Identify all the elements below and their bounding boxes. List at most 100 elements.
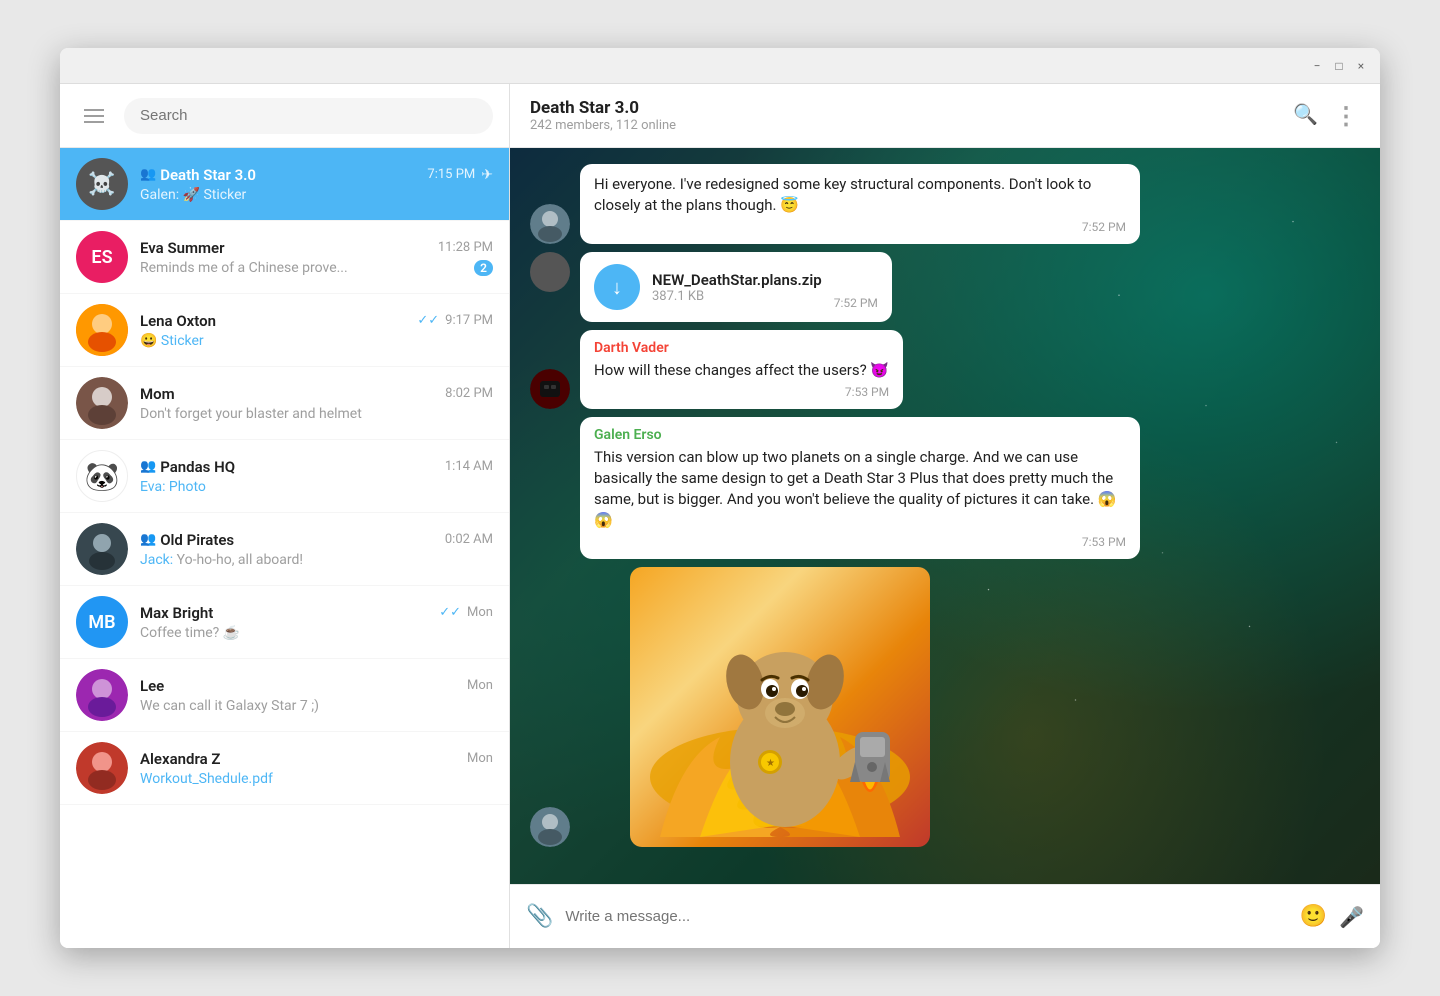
chat-item-lee[interactable]: Lee Mon We can call it Galaxy Star 7 ;) (60, 659, 509, 732)
maximize-button[interactable]: □ (1332, 59, 1346, 73)
chat-time-death-star: 7:15 PM (427, 167, 475, 182)
chat-item-alexandra[interactable]: Alexandra Z Mon Workout_Shedule.pdf (60, 732, 509, 805)
message-input-area: 📎 🙂 🎤 (510, 884, 1380, 948)
emoji-button[interactable]: 🙂 (1300, 904, 1327, 929)
chat-bottom-lena: 😀 Sticker (140, 333, 493, 349)
chat-bottom-max: Coffee time? ☕ (140, 625, 493, 641)
msg-avatar-placeholder-2 (530, 252, 570, 292)
download-icon[interactable]: ↓ (594, 264, 640, 310)
check-icon-lena: ✓✓ (417, 313, 439, 328)
file-size: 387.1 KB (652, 289, 822, 304)
avatar-lee (76, 669, 128, 721)
app-window: − □ × ☠️ (60, 48, 1380, 948)
chat-item-pirates[interactable]: 👥 Old Pirates 0:02 AM Jack: Yo-ho-ho, al… (60, 513, 509, 586)
chat-time-lee: Mon (467, 678, 493, 693)
chat-item-max-bright[interactable]: MB Max Bright ✓✓ Mon Coffee time? ☕ (60, 586, 509, 659)
more-options-button[interactable]: ⋮ (1334, 102, 1360, 130)
chat-top-pirates: 👥 Old Pirates 0:02 AM (140, 531, 493, 549)
chat-name-lee: Lee (140, 677, 164, 695)
attach-button[interactable]: 📎 (526, 904, 553, 929)
message-bubble-1: Hi everyone. I've redesigned some key st… (580, 164, 1140, 244)
chat-bottom-lee: We can call it Galaxy Star 7 ;) (140, 698, 493, 714)
search-button[interactable]: 🔍 (1293, 102, 1318, 130)
chat-top-lee: Lee Mon (140, 677, 493, 695)
messages-scroll: Hi everyone. I've redesigned some key st… (510, 148, 1380, 863)
avatar-eva-summer: ES (76, 231, 128, 283)
chat-bottom-pandas: Eva: Photo (140, 479, 493, 495)
group-icon-pirates: 👥 (140, 532, 156, 547)
chat-name-max: Max Bright (140, 604, 213, 622)
chat-info-lee: Lee Mon We can call it Galaxy Star 7 ;) (140, 677, 493, 714)
minimize-button[interactable]: − (1310, 59, 1324, 73)
msg-text-1: Hi everyone. I've redesigned some key st… (594, 174, 1126, 216)
group-icon-pandas: 👥 (140, 459, 156, 474)
chat-name-mom: Mom (140, 385, 175, 403)
chat-top-alex: Alexandra Z Mon (140, 750, 493, 768)
chat-info-lena: Lena Oxton ✓✓ 9:17 PM 😀 Sticker (140, 312, 493, 349)
chat-item-mom[interactable]: Mom 8:02 PM Don't forget your blaster an… (60, 367, 509, 440)
chat-item-pandas[interactable]: 🐼 👥 Pandas HQ 1:14 AM Eva: Photo (60, 440, 509, 513)
msg-sender-galen: Galen Erso (594, 427, 1126, 443)
chat-time-max: Mon (467, 605, 493, 620)
file-time: 7:52 PM (834, 296, 878, 310)
main-content: ☠️ 👥 Death Star 3.0 7:15 PM ✈ (60, 84, 1380, 948)
chat-time-alex: Mon (467, 751, 493, 766)
chat-preview-death-star: Galen: 🚀 Sticker (140, 187, 493, 203)
msg-avatar-sticker (530, 807, 570, 847)
chat-preview-pirates: Jack: Yo-ho-ho, all aboard! (140, 552, 493, 568)
msg-time-4: 7:53 PM (594, 535, 1126, 549)
chat-time-pandas: 1:14 AM (445, 459, 493, 474)
chat-header-name: Death Star 3.0 (530, 98, 676, 118)
pin-icon-death-star: ✈ (481, 167, 493, 183)
chat-header: Death Star 3.0 242 members, 112 online 🔍… (510, 84, 1380, 148)
chat-bottom-eva: Reminds me of a Chinese prove... 2 (140, 260, 493, 276)
sidebar: ☠️ 👥 Death Star 3.0 7:15 PM ✈ (60, 84, 510, 948)
chat-name-death-star: 👥 Death Star 3.0 (140, 166, 256, 184)
msg-text-3: How will these changes affect the users?… (594, 360, 889, 381)
chat-item-eva-summer[interactable]: ES Eva Summer 11:28 PM Reminds me of a C… (60, 221, 509, 294)
search-input[interactable] (124, 98, 493, 134)
sidebar-header (60, 84, 509, 148)
file-bubble: ↓ NEW_DeathStar.plans.zip 387.1 KB 7:52 … (580, 252, 892, 322)
chat-preview-alex: Workout_Shedule.pdf (140, 771, 493, 787)
chat-info-alexandra: Alexandra Z Mon Workout_Shedule.pdf (140, 750, 493, 787)
chat-top-eva: Eva Summer 11:28 PM (140, 239, 493, 257)
chat-bottom-mom: Don't forget your blaster and helmet (140, 406, 493, 422)
sticker-container: ★ (630, 567, 930, 847)
chat-time-lena: 9:17 PM (445, 313, 493, 328)
chat-time-mom: 8:02 PM (445, 386, 493, 401)
chat-info-max: Max Bright ✓✓ Mon Coffee time? ☕ (140, 604, 493, 641)
chat-preview-mom: Don't forget your blaster and helmet (140, 406, 493, 422)
msg-sender-darth-vader: Darth Vader (594, 340, 889, 356)
chat-preview-max: Coffee time? ☕ (140, 625, 493, 641)
avatar-mom (76, 377, 128, 429)
check-icon-max: ✓✓ (439, 605, 461, 620)
message-group-2: ↓ NEW_DeathStar.plans.zip 387.1 KB 7:52 … (530, 252, 1360, 322)
msg-time-3: 7:53 PM (594, 385, 889, 399)
avatar-max-bright: MB (76, 596, 128, 648)
chat-preview-lena: 😀 Sticker (140, 333, 493, 349)
svg-text:★: ★ (766, 758, 775, 769)
hamburger-line-3 (84, 121, 104, 123)
chat-item-death-star[interactable]: ☠️ 👥 Death Star 3.0 7:15 PM ✈ (60, 148, 509, 221)
avatar-pirates (76, 523, 128, 575)
chat-name-alex: Alexandra Z (140, 750, 220, 768)
avatar-alexandra (76, 742, 128, 794)
chat-list: ☠️ 👥 Death Star 3.0 7:15 PM ✈ (60, 148, 509, 948)
msg-avatar-1 (530, 204, 570, 244)
hamburger-menu-button[interactable] (76, 98, 112, 134)
close-button[interactable]: × (1354, 59, 1368, 73)
chat-bottom-pirates: Jack: Yo-ho-ho, all aboard! (140, 552, 493, 568)
title-bar: − □ × (60, 48, 1380, 84)
message-input[interactable] (565, 908, 1287, 925)
avatar-pandas: 🐼 (76, 450, 128, 502)
chat-item-lena[interactable]: Lena Oxton ✓✓ 9:17 PM 😀 Sticker (60, 294, 509, 367)
chat-top-death-star: 👥 Death Star 3.0 7:15 PM ✈ (140, 166, 493, 184)
chat-name-pirates: 👥 Old Pirates (140, 531, 234, 549)
microphone-button[interactable]: 🎤 (1339, 905, 1364, 929)
chat-name-eva: Eva Summer (140, 239, 225, 257)
chat-header-info: Death Star 3.0 242 members, 112 online (530, 98, 676, 133)
chat-top-pandas: 👥 Pandas HQ 1:14 AM (140, 458, 493, 476)
group-icon-death-star: 👥 (140, 167, 156, 182)
chat-info-eva-summer: Eva Summer 11:28 PM Reminds me of a Chin… (140, 239, 493, 276)
